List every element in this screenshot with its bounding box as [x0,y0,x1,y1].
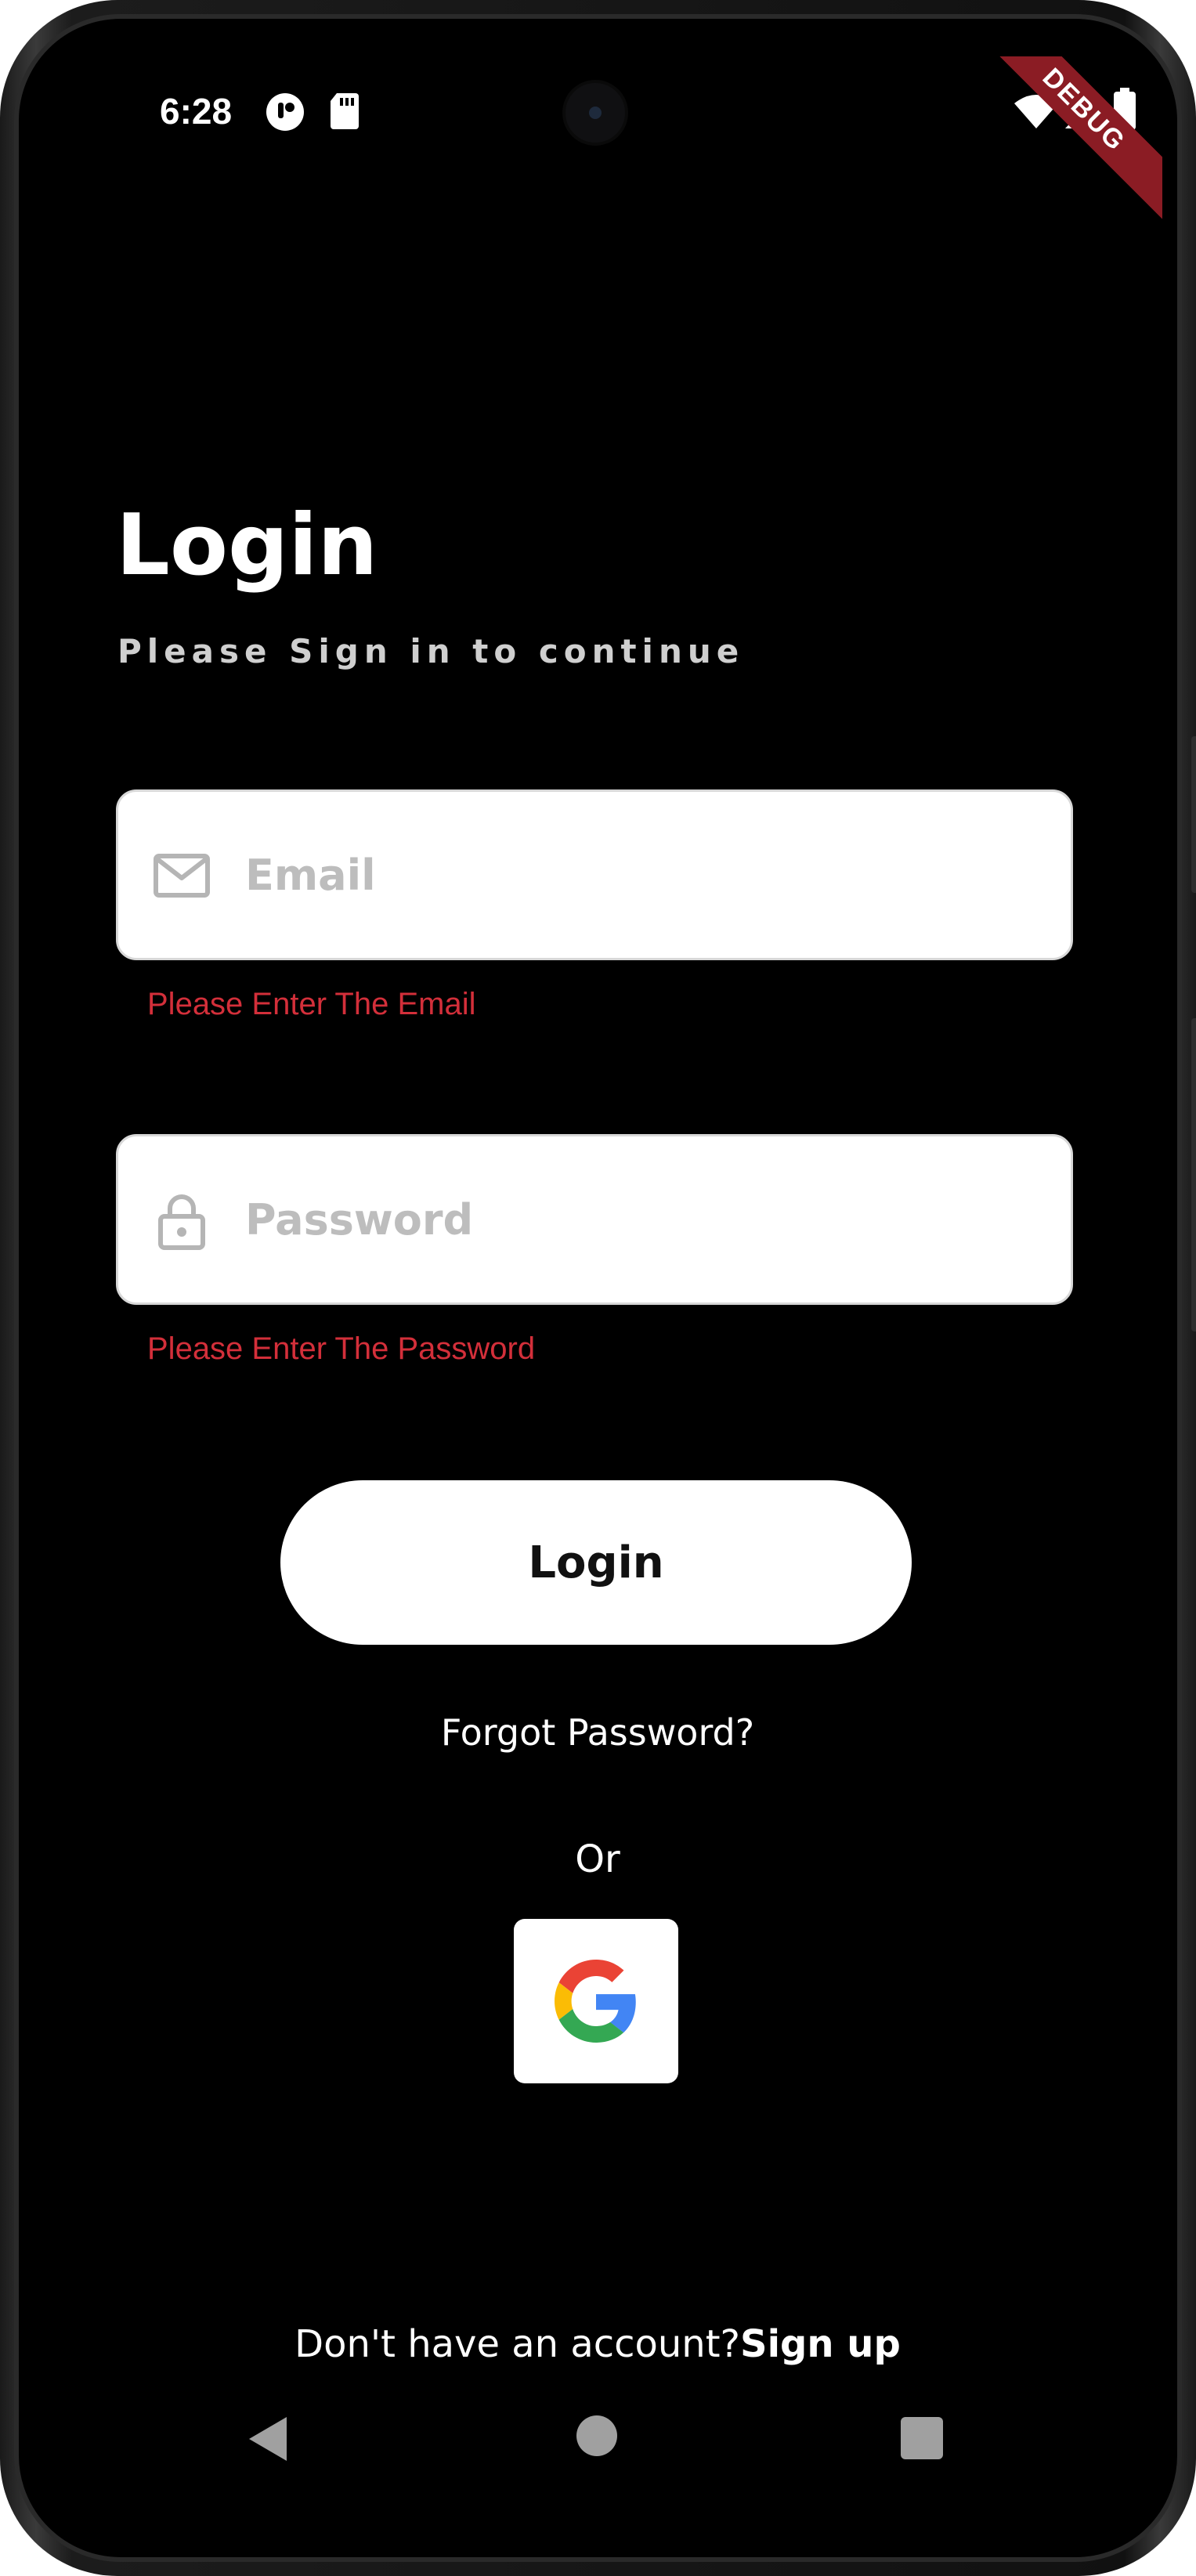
password-input[interactable] [245,1136,1052,1302]
sd-card-icon [331,93,359,129]
lock-icon [158,1194,205,1250]
debug-banner: DEBUG [974,56,1162,220]
signup-prompt-text: Don't have an account? [294,2322,741,2366]
status-time: 6:28 [160,91,233,132]
page-subtitle: Please Sign in to continue [117,632,745,670]
password-field-container [116,1134,1073,1305]
notification-app-icon [266,93,304,131]
recents-icon[interactable] [901,2417,943,2459]
back-icon[interactable] [244,2414,291,2464]
login-button[interactable]: Login [280,1480,912,1645]
app-screen: 6:28 DEBUG Login Please Sign in to conti… [33,56,1162,2500]
signup-prompt: Don't have an account?Sign up [33,2317,1162,2372]
mail-icon [154,854,210,898]
phone-frame: 6:28 DEBUG Login Please Sign in to conti… [0,0,1196,2576]
email-error-text: Please Enter The Email [147,987,476,1021]
volume-button [1191,1018,1196,1331]
google-signin-button[interactable] [514,1919,678,2083]
power-button [1191,736,1196,893]
page-title: Login [116,497,378,594]
google-icon [555,1960,636,2043]
home-icon[interactable] [575,2414,619,2458]
email-input[interactable] [245,792,1052,958]
signup-link[interactable]: Sign up [740,2322,901,2366]
front-camera [562,80,628,146]
password-error-text: Please Enter The Password [147,1331,536,1366]
forgot-password-link[interactable]: Forgot Password? [33,1709,1162,1756]
status-bar: 6:28 DEBUG [33,56,1162,220]
email-field-container [116,789,1073,960]
or-divider-label: Or [575,1837,620,1881]
